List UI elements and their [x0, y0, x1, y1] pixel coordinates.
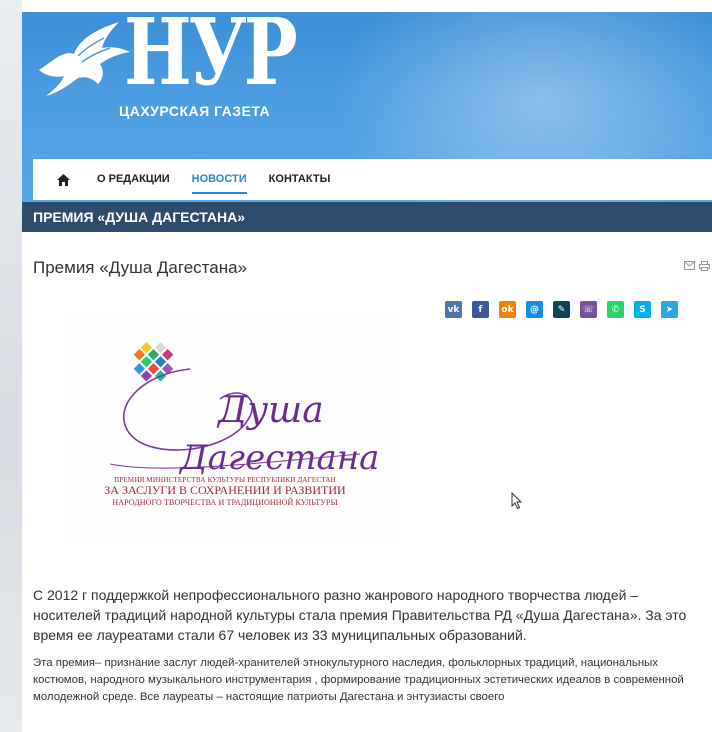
vk-share-icon[interactable]: vk	[445, 301, 462, 318]
main-navigation: О РЕДАКЦИИ НОВОСТИ КОНТАКТЫ	[33, 159, 712, 200]
article-tools	[684, 261, 710, 271]
home-link[interactable]	[57, 173, 83, 186]
share-buttons: vk f ok @ ✎ ☏ ✆ S ➤	[445, 301, 688, 318]
moimir-share-icon[interactable]: @	[526, 301, 543, 318]
dove-logo-icon[interactable]	[34, 20, 134, 100]
article-paragraph-2: Эта премия– признание заслуг людей-храни…	[33, 657, 684, 703]
article-title: Премия «Душа Дагестана»	[33, 258, 247, 277]
skype-share-icon[interactable]: S	[634, 301, 651, 318]
home-icon	[57, 173, 70, 186]
mouse-cursor-icon	[511, 492, 523, 510]
viber-share-icon[interactable]: ☏	[580, 301, 597, 318]
dusha-dagestana-logo: Душа Дагестана	[109, 341, 379, 478]
logo-title[interactable]: НУР	[124, 12, 298, 98]
article-paragraph-1: С 2012 г поддержкой непрофессионального …	[33, 587, 687, 643]
nav-item-about[interactable]: О РЕДАКЦИИ	[97, 159, 170, 200]
logo-subtitle: ЦАХУРСКАЯ ГАЗЕТА	[119, 103, 271, 119]
whatsapp-share-icon[interactable]: ✆	[607, 301, 624, 318]
facebook-share-icon[interactable]: f	[472, 301, 489, 318]
print-icon[interactable]	[699, 261, 710, 271]
left-margin	[0, 0, 22, 732]
nav-item-news[interactable]: НОВОСТИ	[191, 159, 247, 200]
telegram-share-icon[interactable]: ➤	[661, 301, 678, 318]
nav-item-contacts[interactable]: КОНТАКТЫ	[269, 159, 331, 200]
image-script-line2: Дагестана	[178, 438, 379, 478]
image-caption-line3: НАРОДНОГО ТВОРЧЕСТВА И ТРАДИЦИОННОЙ КУЛЬ…	[112, 498, 338, 507]
livejournal-share-icon[interactable]: ✎	[553, 301, 570, 318]
email-icon[interactable]	[684, 261, 695, 270]
image-script-line1: Душа	[216, 390, 324, 431]
article-image: Душа Дагестана ПРЕМИЯ МИНИСТЕРСТВА КУЛЬТ…	[70, 314, 400, 544]
category-title-bar: ПРЕМИЯ «ДУША ДАГЕСТАНА»	[22, 202, 712, 232]
image-caption-line2: ЗА ЗАСЛУГИ В СОХРАНЕНИИ И РАЗВИТИИ	[104, 483, 346, 497]
odnoklassniki-share-icon[interactable]: ok	[499, 301, 516, 318]
